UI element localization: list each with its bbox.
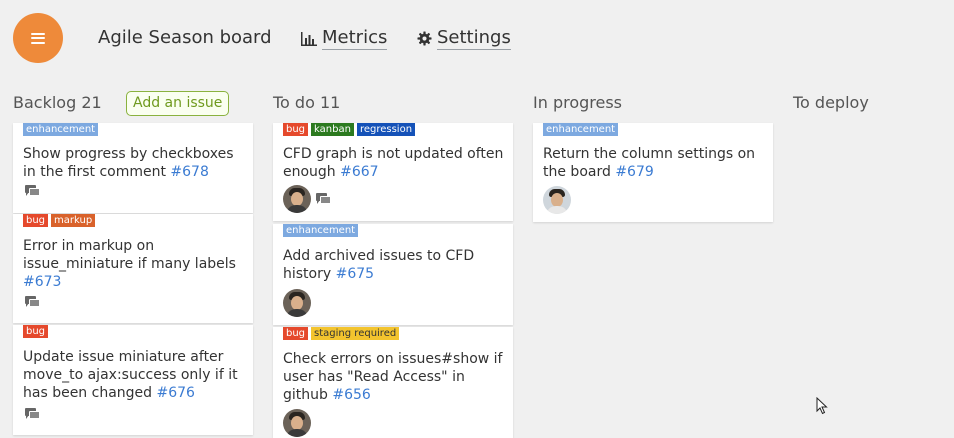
comments-icon [25, 185, 40, 197]
issue-text: Error in markup on issue_miniature if ma… [23, 238, 236, 272]
column-header-in-progress: In progress [533, 93, 623, 112]
issue-number[interactable]: #667 [340, 164, 378, 180]
label-badge[interactable]: regression [356, 123, 416, 136]
label-badge[interactable]: bug [23, 214, 49, 227]
metrics-link[interactable]: Metrics [301, 27, 388, 50]
label-badge[interactable]: enhancement [283, 224, 359, 237]
issue-title[interactable]: Add archived issues to CFD history #675 [283, 247, 505, 283]
assignee-avatar[interactable] [283, 289, 311, 317]
label-list: bug staging required [283, 327, 400, 340]
label-badge[interactable]: kanban [311, 123, 354, 136]
assignee-avatar[interactable] [283, 185, 311, 213]
issue-number[interactable]: #656 [332, 387, 370, 403]
label-list: enhancement [23, 123, 99, 136]
metrics-label: Metrics [322, 27, 388, 50]
comments-icon [25, 296, 40, 308]
issue-card[interactable]: bug markup Error in markup on issue_mini… [13, 214, 253, 323]
settings-label: Settings [437, 27, 511, 50]
issue-number[interactable]: #676 [157, 385, 195, 401]
label-list: enhancement [283, 224, 359, 237]
issue-card[interactable]: bug staging required Check errors on iss… [273, 327, 513, 438]
issue-card[interactable]: bug Update issue miniature after move_to… [13, 325, 253, 435]
column-header-to-deploy: To deploy [793, 93, 869, 112]
issue-text: Add archived issues to CFD history [283, 248, 475, 282]
label-badge[interactable]: enhancement [23, 123, 99, 136]
issue-title[interactable]: Check errors on issues#show if user has … [283, 350, 505, 404]
issue-title[interactable]: Update issue miniature after move_to aja… [23, 348, 245, 402]
issue-card[interactable]: enhancement Return the column settings o… [533, 123, 773, 222]
add-issue-button[interactable]: Add an issue [126, 91, 230, 116]
issue-card[interactable]: enhancement Show progress by checkboxes … [13, 123, 253, 213]
hamburger-icon [31, 32, 45, 44]
label-list: bug kanban regression [283, 123, 416, 136]
label-list: bug [23, 325, 49, 338]
label-badge[interactable]: bug [283, 327, 309, 340]
assignee-avatar[interactable] [543, 186, 571, 214]
issue-title[interactable]: CFD graph is not updated often enough #6… [283, 145, 505, 181]
label-badge[interactable]: bug [23, 325, 49, 338]
mouse-cursor-icon [816, 397, 828, 415]
issue-title[interactable]: Show progress by checkboxes in the first… [23, 145, 245, 181]
bar-chart-icon [301, 31, 317, 46]
board-title: Agile Season board [98, 27, 272, 48]
label-list: enhancement [543, 123, 619, 136]
issue-number[interactable]: #675 [336, 266, 374, 282]
settings-link[interactable]: Settings [417, 27, 511, 50]
issue-text: CFD graph is not updated often enough [283, 146, 504, 180]
top-bar: Agile Season board Metrics Settings [0, 0, 954, 80]
assignee-avatar[interactable] [283, 409, 311, 437]
comments-icon [316, 193, 331, 205]
label-list: bug markup [23, 214, 96, 227]
issue-number[interactable]: #679 [615, 164, 653, 180]
label-badge[interactable]: markup [51, 214, 96, 227]
label-badge[interactable]: staging required [311, 327, 400, 340]
label-badge[interactable]: enhancement [543, 123, 619, 136]
issue-title[interactable]: Error in markup on issue_miniature if ma… [23, 237, 245, 291]
issue-number[interactable]: #678 [170, 164, 208, 180]
issue-text: Update issue miniature after move_to aja… [23, 349, 238, 401]
gear-icon [417, 31, 432, 46]
issue-card[interactable]: bug kanban regression CFD graph is not u… [273, 123, 513, 221]
issue-text: Check errors on issues#show if user has … [283, 351, 503, 403]
menu-button[interactable] [13, 13, 63, 63]
column-header-todo: To do 11 [273, 93, 341, 112]
issue-number[interactable]: #673 [23, 274, 61, 290]
column-header-backlog: Backlog 21 [13, 93, 102, 112]
label-badge[interactable]: bug [283, 123, 309, 136]
comments-icon [25, 408, 40, 420]
issue-title[interactable]: Return the column settings on the board … [543, 145, 765, 181]
issue-card[interactable]: enhancement Add archived issues to CFD h… [273, 224, 513, 325]
